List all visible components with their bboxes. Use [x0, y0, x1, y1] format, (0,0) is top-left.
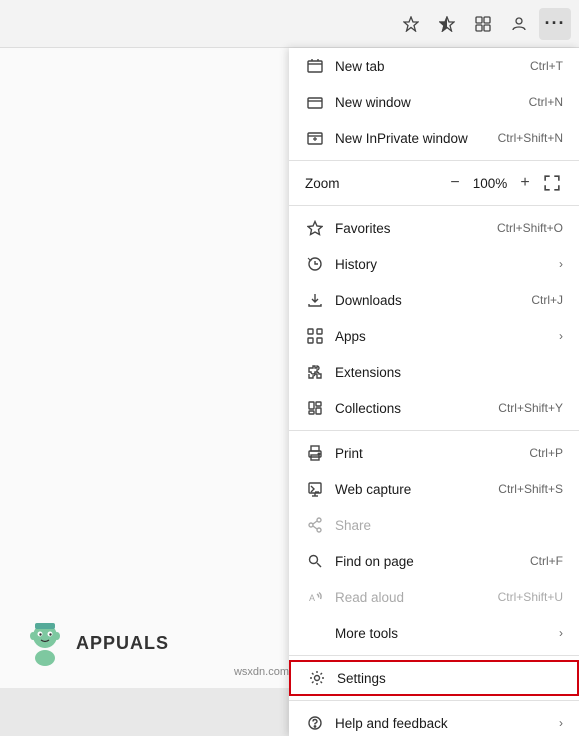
appuals-character-icon — [20, 618, 70, 668]
menu-item-new-window[interactable]: New window Ctrl+N — [289, 84, 579, 120]
zoom-increase-button[interactable]: + — [513, 171, 537, 195]
more-tools-menu-icon — [305, 623, 325, 643]
collections-label: Collections — [335, 401, 498, 416]
appuals-logo: APPUALS — [20, 618, 169, 668]
new-tab-icon — [305, 56, 325, 76]
menu-item-read-aloud: A Read aloud Ctrl+Shift+U — [289, 579, 579, 615]
divider-4 — [289, 655, 579, 656]
menu-item-settings[interactable]: Settings — [289, 660, 579, 696]
menu-item-apps[interactable]: Apps › — [289, 318, 579, 354]
favorites-label: Favorites — [335, 221, 497, 236]
menu-item-print[interactable]: Print Ctrl+P — [289, 435, 579, 471]
favorites-menu-icon — [305, 218, 325, 238]
help-feedback-menu-icon — [305, 713, 325, 733]
zoom-label: Zoom — [305, 176, 443, 191]
more-tools-arrow: › — [559, 626, 563, 640]
menu-item-downloads[interactable]: Downloads Ctrl+J — [289, 282, 579, 318]
read-aloud-label: Read aloud — [335, 590, 498, 605]
divider-5 — [289, 700, 579, 701]
zoom-expand-button[interactable] — [541, 172, 563, 194]
downloads-label: Downloads — [335, 293, 531, 308]
web-capture-label: Web capture — [335, 482, 498, 497]
new-tab-shortcut: Ctrl+T — [530, 59, 563, 73]
menu-item-find-on-page[interactable]: Find on page Ctrl+F — [289, 543, 579, 579]
profile-toolbar-btn[interactable] — [503, 8, 535, 40]
history-menu-icon — [305, 254, 325, 274]
collections-shortcut: Ctrl+Shift+Y — [498, 401, 563, 415]
share-label: Share — [335, 518, 563, 533]
reading-list-toolbar-btn[interactable] — [431, 8, 463, 40]
menu-item-extensions[interactable]: Extensions — [289, 354, 579, 390]
read-aloud-shortcut: Ctrl+Shift+U — [498, 590, 563, 604]
help-feedback-label: Help and feedback — [335, 716, 553, 731]
extensions-menu-icon — [305, 362, 325, 382]
svg-text:A: A — [309, 593, 315, 603]
menu-item-collections[interactable]: Collections Ctrl+Shift+Y — [289, 390, 579, 426]
print-label: Print — [335, 446, 529, 461]
find-on-page-shortcut: Ctrl+F — [530, 554, 563, 568]
menu-item-favorites[interactable]: Favorites Ctrl+Shift+O — [289, 210, 579, 246]
settings-menu-icon — [307, 668, 327, 688]
print-menu-icon — [305, 443, 325, 463]
menu-item-new-inprivate[interactable]: New InPrivate window Ctrl+Shift+N — [289, 120, 579, 156]
menu-item-history[interactable]: History › — [289, 246, 579, 282]
history-arrow: › — [559, 257, 563, 271]
zoom-value: 100% — [471, 176, 509, 191]
apps-arrow: › — [559, 329, 563, 343]
browser-window: ··· APPUALS — [0, 0, 579, 688]
tab-groups-toolbar-btn[interactable] — [467, 8, 499, 40]
extensions-label: Extensions — [335, 365, 563, 380]
menu-item-share: Share — [289, 507, 579, 543]
apps-menu-icon — [305, 326, 325, 346]
browser-toolbar: ··· — [0, 0, 579, 48]
new-inprivate-label: New InPrivate window — [335, 131, 498, 146]
wsxdn-watermark: wsxdn.com — [234, 666, 289, 678]
zoom-controls: − 100% + — [443, 171, 563, 195]
share-menu-icon — [305, 515, 325, 535]
history-label: History — [335, 257, 553, 272]
divider-2 — [289, 205, 579, 206]
find-on-page-menu-icon — [305, 551, 325, 571]
new-window-icon — [305, 92, 325, 112]
menu-item-new-tab[interactable]: New tab Ctrl+T — [289, 48, 579, 84]
more-tools-label: More tools — [335, 626, 553, 641]
print-shortcut: Ctrl+P — [529, 446, 563, 460]
apps-label: Apps — [335, 329, 553, 344]
web-capture-shortcut: Ctrl+Shift+S — [498, 482, 563, 496]
new-tab-label: New tab — [335, 59, 530, 74]
new-window-shortcut: Ctrl+N — [529, 95, 563, 109]
new-inprivate-shortcut: Ctrl+Shift+N — [498, 131, 563, 145]
help-feedback-arrow: › — [559, 716, 563, 730]
context-menu: New tab Ctrl+T New window Ctrl+N — [289, 48, 579, 736]
zoom-decrease-button[interactable]: − — [443, 171, 467, 195]
downloads-shortcut: Ctrl+J — [531, 293, 563, 307]
favorites-shortcut: Ctrl+Shift+O — [497, 221, 563, 235]
new-window-label: New window — [335, 95, 529, 110]
zoom-row: Zoom − 100% + — [289, 165, 579, 201]
page-content-area: APPUALS wsxdn.com New tab Ctrl+T — [0, 48, 579, 688]
divider-1 — [289, 160, 579, 161]
more-tools-toolbar-btn[interactable]: ··· — [539, 8, 571, 40]
web-capture-menu-icon — [305, 479, 325, 499]
downloads-menu-icon — [305, 290, 325, 310]
new-inprivate-icon — [305, 128, 325, 148]
collections-menu-icon — [305, 398, 325, 418]
read-aloud-menu-icon: A — [305, 587, 325, 607]
menu-item-help-feedback[interactable]: Help and feedback › — [289, 705, 579, 736]
favorites-toolbar-btn[interactable] — [395, 8, 427, 40]
settings-label: Settings — [337, 671, 561, 686]
menu-item-more-tools[interactable]: More tools › — [289, 615, 579, 651]
menu-item-web-capture[interactable]: Web capture Ctrl+Shift+S — [289, 471, 579, 507]
find-on-page-label: Find on page — [335, 554, 530, 569]
appuals-brand-text: APPUALS — [76, 633, 169, 654]
divider-3 — [289, 430, 579, 431]
